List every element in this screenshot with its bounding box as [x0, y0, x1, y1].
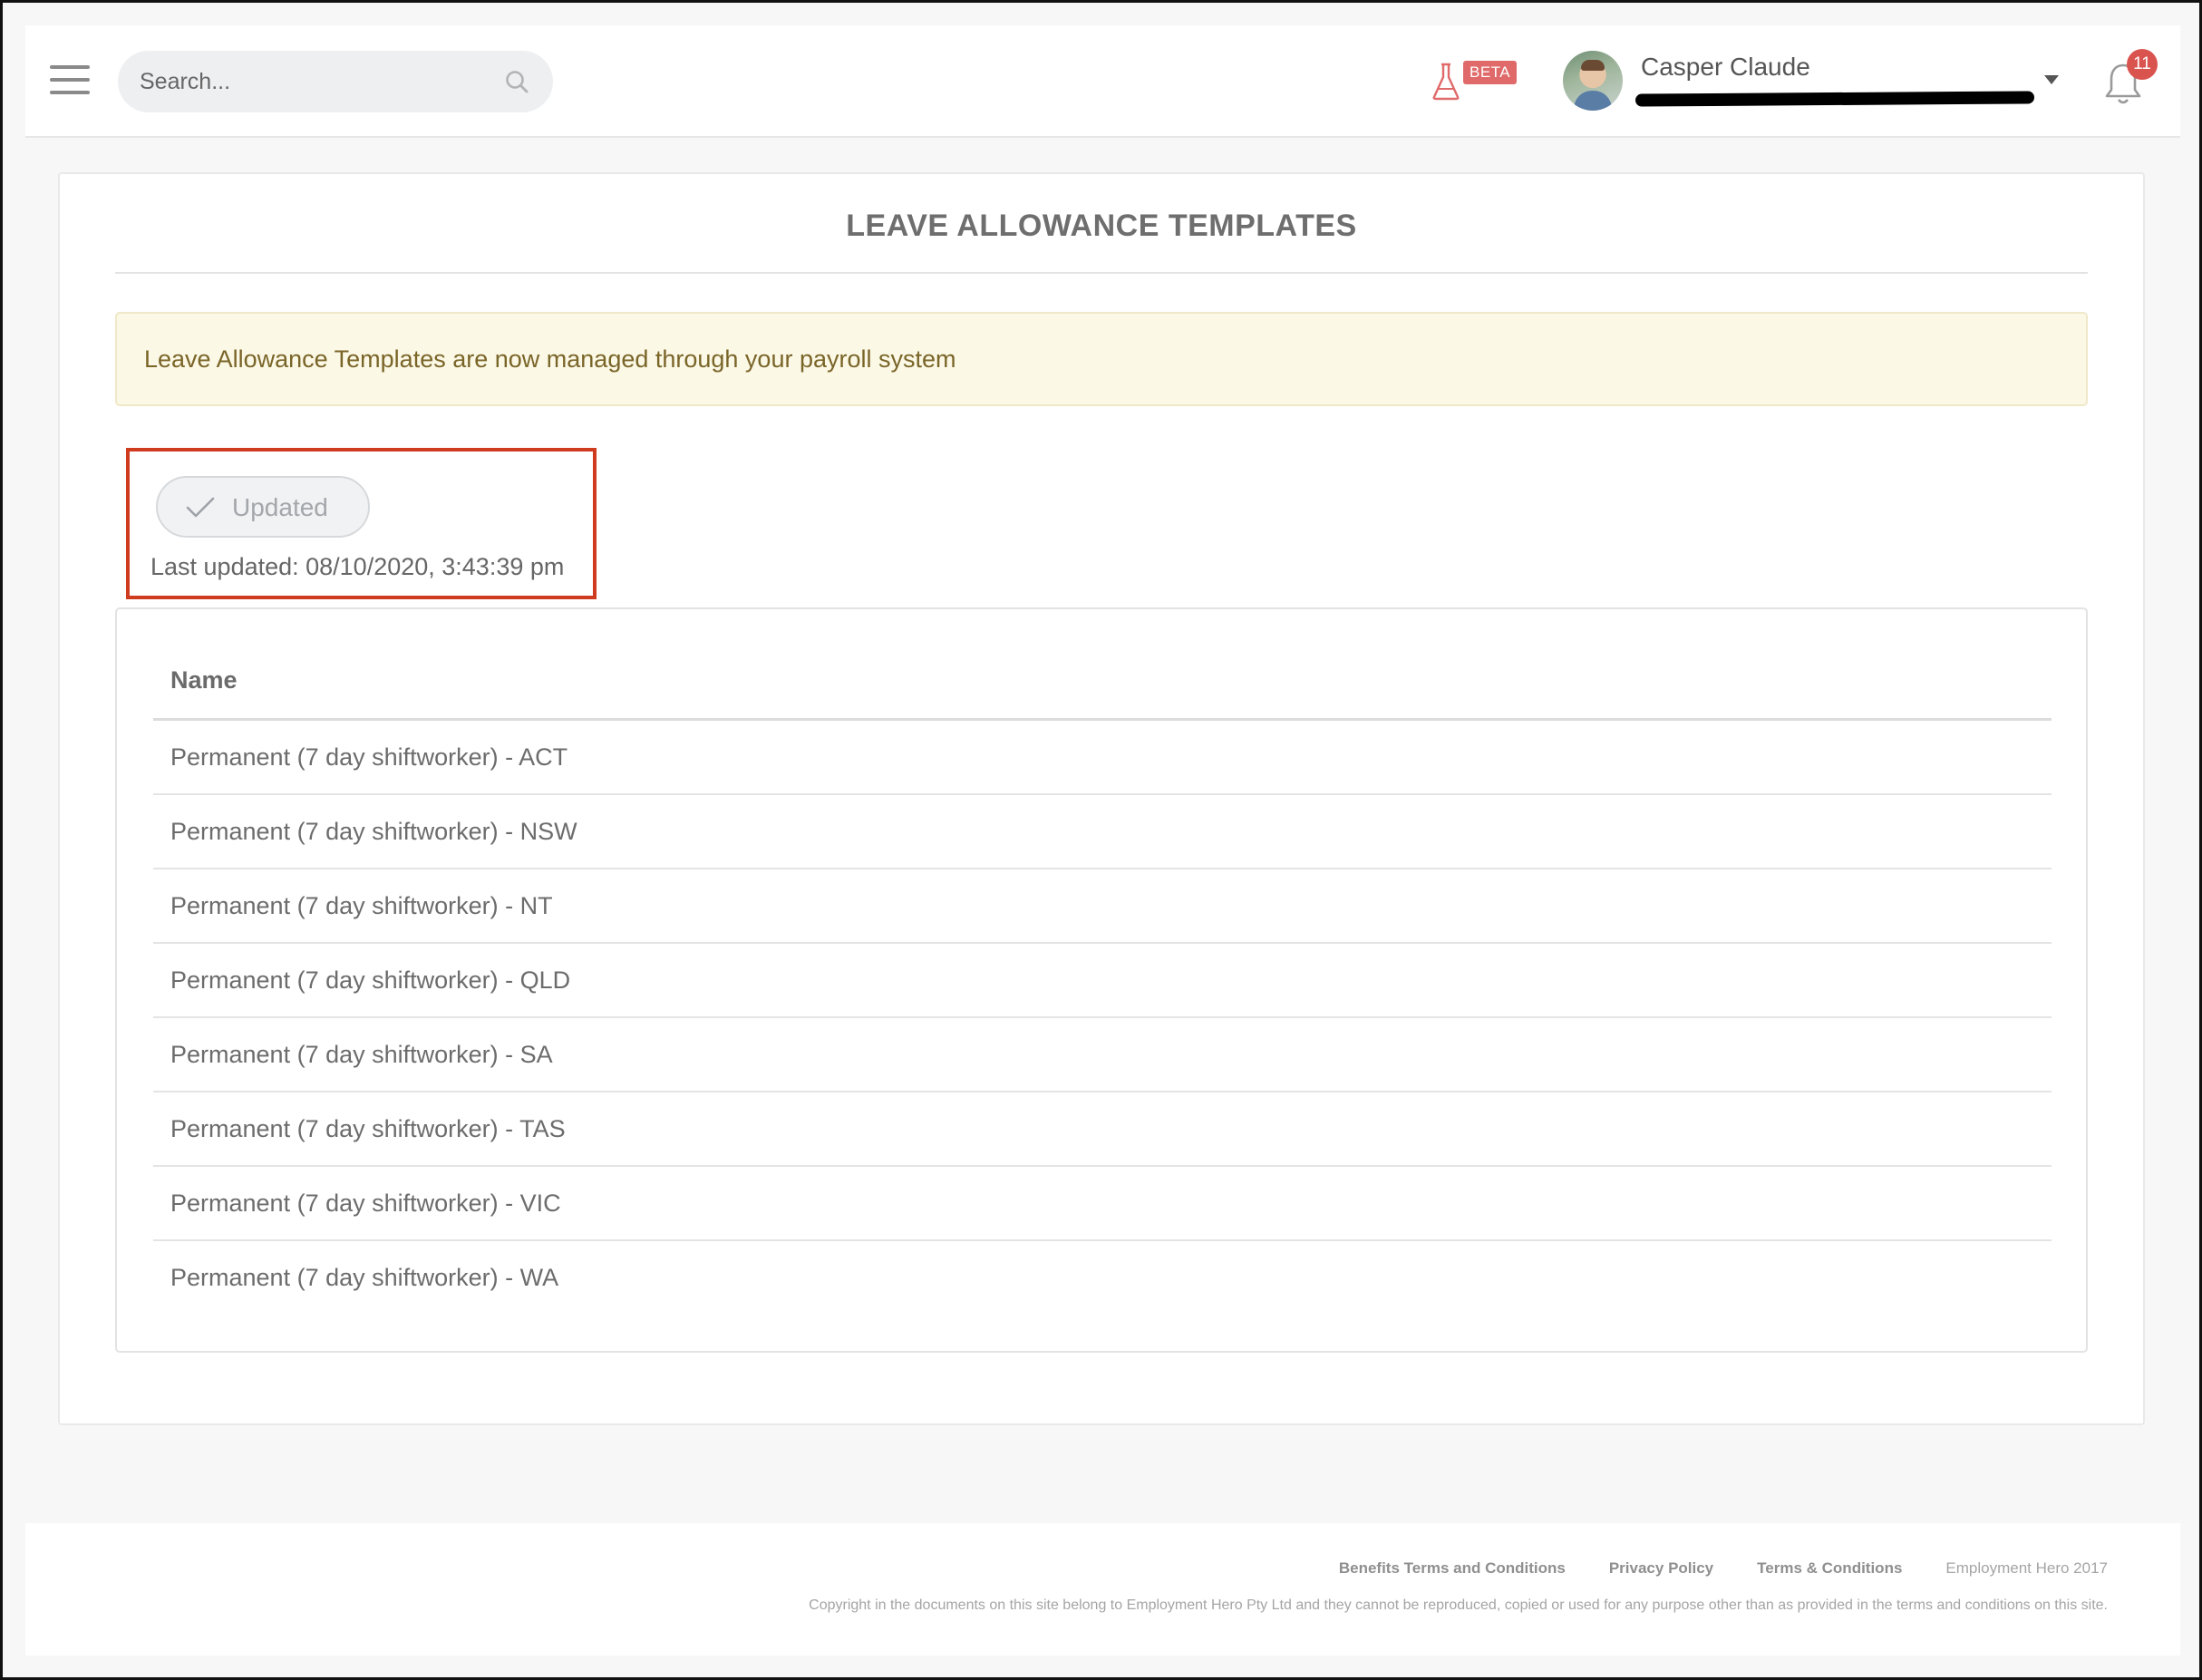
footer-links: Benefits Terms and Conditions Privacy Po…: [1339, 1559, 2108, 1578]
row-template-name[interactable]: Permanent (7 day shiftworker) - NT: [170, 892, 553, 920]
flask-icon: [1432, 63, 1460, 101]
templates-table: Name Permanent (7 day shiftworker) - ACT…: [115, 607, 2088, 1353]
table-row[interactable]: Permanent (7 day shiftworker) - VIC: [153, 1167, 2052, 1241]
search-icon[interactable]: [504, 69, 529, 94]
notifications-button[interactable]: 11: [2100, 49, 2163, 112]
table-row[interactable]: Permanent (7 day shiftworker) - NSW: [153, 795, 2052, 869]
notification-count-badge: 11: [2127, 49, 2158, 80]
footer-link-terms-conditions[interactable]: Terms & Conditions: [1757, 1559, 1902, 1578]
check-icon: [186, 497, 215, 518]
table-row[interactable]: Permanent (7 day shiftworker) - WA: [153, 1241, 2052, 1316]
beta-features-button[interactable]: BETA: [1431, 58, 1539, 105]
search-input[interactable]: [118, 51, 553, 112]
footer-link-privacy-policy[interactable]: Privacy Policy: [1609, 1559, 1713, 1578]
table-body: Permanent (7 day shiftworker) - ACT Perm…: [153, 721, 2052, 1316]
table-row[interactable]: Permanent (7 day shiftworker) - QLD: [153, 944, 2052, 1018]
page-title: LEAVE ALLOWANCE TEMPLATES: [846, 209, 1357, 243]
updated-label: Updated: [232, 493, 328, 521]
table-row[interactable]: Permanent (7 day shiftworker) - ACT: [153, 721, 2052, 795]
notice-text: Leave Allowance Templates are now manage…: [144, 345, 956, 373]
info-notice: Leave Allowance Templates are now manage…: [115, 312, 2088, 406]
table-row[interactable]: Permanent (7 day shiftworker) - NT: [153, 869, 2052, 944]
title-divider: [115, 272, 2088, 274]
updated-button[interactable]: Updated: [156, 476, 370, 538]
menu-icon[interactable]: [50, 65, 90, 94]
column-header-name: Name: [170, 666, 238, 694]
redacted-email-bar: [1635, 91, 2035, 107]
row-template-name[interactable]: Permanent (7 day shiftworker) - SA: [170, 1041, 553, 1069]
row-template-name[interactable]: Permanent (7 day shiftworker) - ACT: [170, 743, 567, 772]
row-template-name[interactable]: Permanent (7 day shiftworker) - QLD: [170, 966, 570, 995]
last-updated-text: Last updated: 08/10/2020, 3:43:39 pm: [150, 553, 565, 580]
row-template-name[interactable]: Permanent (7 day shiftworker) - VIC: [170, 1190, 561, 1218]
search-bar: [118, 51, 553, 112]
avatar[interactable]: [1563, 51, 1623, 111]
footer-copyright: Copyright in the documents on this site …: [809, 1597, 2108, 1613]
footer-brand: Employment Hero 2017: [1945, 1559, 2108, 1577]
chevron-down-icon[interactable]: [2044, 75, 2059, 84]
user-name[interactable]: Casper Claude: [1641, 53, 1810, 82]
main-card: LEAVE ALLOWANCE TEMPLATES Leave Allowanc…: [58, 172, 2145, 1425]
row-template-name[interactable]: Permanent (7 day shiftworker) - NSW: [170, 818, 577, 846]
row-template-name[interactable]: Permanent (7 day shiftworker) - TAS: [170, 1115, 566, 1143]
row-template-name[interactable]: Permanent (7 day shiftworker) - WA: [170, 1264, 558, 1292]
page-footer: Benefits Terms and Conditions Privacy Po…: [25, 1523, 2180, 1656]
table-row[interactable]: Permanent (7 day shiftworker) - TAS: [153, 1092, 2052, 1167]
footer-link-benefits-terms[interactable]: Benefits Terms and Conditions: [1339, 1559, 1566, 1578]
table-row[interactable]: Permanent (7 day shiftworker) - SA: [153, 1018, 2052, 1092]
beta-badge: BETA: [1463, 61, 1518, 84]
top-navbar: BETA Casper Claude 11: [25, 25, 2180, 138]
